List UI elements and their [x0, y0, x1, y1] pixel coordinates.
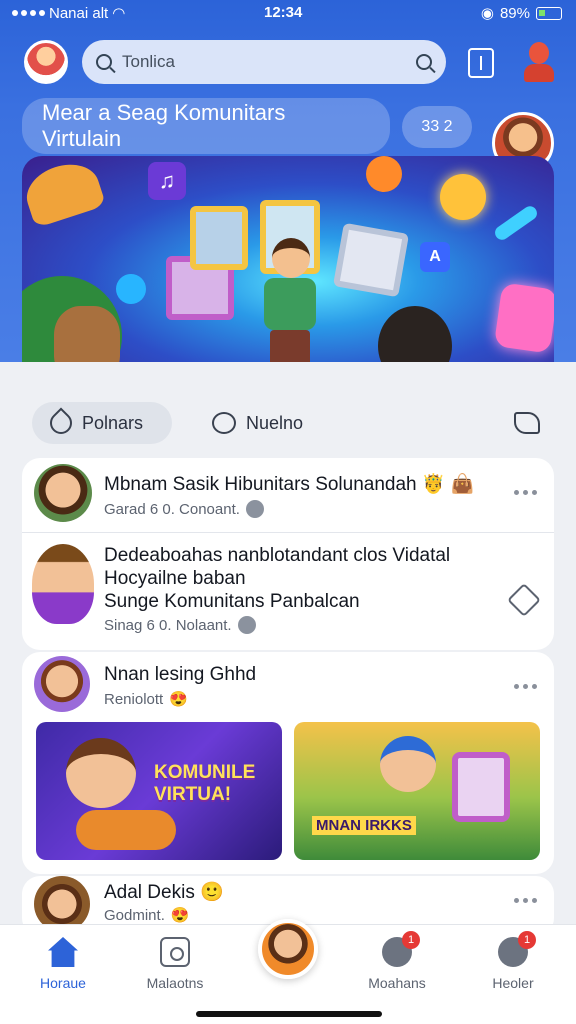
search-input[interactable]: Tonlica [122, 52, 408, 72]
tag-icon[interactable] [507, 583, 541, 617]
image-caption: MNAN IRKKS [312, 816, 416, 835]
wifi-icon: ◠ [112, 5, 126, 22]
status-right: ◉ 89% [481, 4, 562, 22]
status-bar: Nanai alt ◠ 12:34 ◉ 89% [0, 0, 576, 28]
tab-polnars[interactable]: Polnars [32, 402, 172, 444]
home-indicator [196, 1011, 382, 1017]
photo-frame [190, 206, 248, 270]
post-title[interactable]: Nnan lesing Ghhd [104, 664, 256, 686]
hero-title: Mear a Seag Komunitars Virtulain [22, 98, 390, 154]
post-title[interactable]: Adal Dekis 🙂 [104, 880, 224, 904]
battery-icon [536, 6, 562, 20]
notification-badge: 1 [518, 931, 536, 949]
nav-malaotns[interactable]: Malaotns [130, 937, 220, 991]
leaf-icon [45, 407, 77, 439]
hat-illustration [22, 156, 107, 229]
phone-icon: 1 [382, 931, 420, 967]
search-submit-icon[interactable] [416, 54, 432, 70]
post-card: Mbnam Sasik Hibunitars Solunandah 🤴 👜 Ga… [22, 458, 554, 650]
emoji-icon: 🤴 👜 [421, 474, 475, 495]
tab-label: Polnars [82, 412, 144, 433]
post-image[interactable]: KOMUNILE VIRTUA! [36, 722, 282, 860]
emoji-icon: 😍 [170, 907, 190, 924]
emoji-icon: 🙂 [200, 882, 224, 903]
post-meta: Godmint. 😍 [104, 906, 190, 925]
profile-avatar[interactable] [24, 40, 68, 84]
nav-heoler[interactable]: 1 Heoler [468, 931, 558, 991]
letter-a-icon: A [420, 242, 450, 272]
more-options-icon[interactable] [514, 684, 537, 689]
nav-home[interactable]: Horaue [18, 937, 108, 991]
search-icon [96, 54, 112, 70]
book-icon[interactable] [468, 48, 494, 78]
nav-moahans[interactable]: 1 Moahans [352, 931, 442, 991]
boy-character [258, 238, 322, 378]
arrow-icon [492, 203, 540, 243]
music-note-icon: ♫ [148, 162, 186, 200]
post-image[interactable]: MNAN IRKKS [294, 722, 540, 860]
post-avatar[interactable] [34, 464, 92, 522]
image-caption: KOMUNILE VIRTUA! [154, 762, 256, 805]
camera-icon [160, 937, 190, 967]
post-meta: Garad 6 0. Conoant. [104, 500, 264, 518]
girl-illustration [66, 738, 136, 808]
globe-icon [245, 500, 264, 518]
hero-banner[interactable]: ♫ A [22, 156, 554, 384]
sun-icon [440, 174, 486, 220]
filter-tabs: Polnars Nuelno [0, 382, 576, 462]
battery-label: 89% [499, 4, 530, 22]
post-meta: Reniolott 😍 [104, 690, 188, 709]
globe-icon [237, 616, 256, 634]
post-card: Nnan lesing Ghhd Reniolott 😍 KOMUNILE VIR… [22, 652, 554, 874]
search-bar[interactable]: Tonlica [82, 40, 446, 84]
post-avatar[interactable] [32, 544, 94, 624]
shield-icon: ◉ [480, 5, 494, 22]
center-avatar-button[interactable] [258, 919, 318, 979]
person-icon[interactable] [520, 42, 558, 84]
pink-avatar-card [493, 282, 554, 354]
nav-label: Malaotns [146, 975, 204, 991]
skype-icon [116, 274, 146, 304]
status-left: Nanai alt ◠ [12, 4, 125, 22]
tablet-illustration [452, 752, 510, 822]
chat-bubble-icon [366, 156, 402, 192]
post-title[interactable]: Dedeaboahas nanblotandant clos Vidatal H… [104, 544, 450, 613]
notification-badge: 1 [402, 931, 420, 949]
nav-label: Horaue [40, 975, 86, 991]
divider [22, 532, 554, 533]
chat-icon [212, 412, 236, 434]
clock: 12:34 [264, 4, 303, 21]
signal-icon [12, 10, 45, 16]
carrier-label: Nanai alt [49, 4, 109, 22]
emoji-icon: 😍 [169, 691, 188, 708]
nav-label: Heoler [492, 975, 534, 991]
bottom-nav: Horaue Malaotns 1 Moahans 1 Heoler [0, 919, 576, 1024]
tab-label: Nuelno [246, 412, 304, 433]
more-options-icon[interactable] [514, 490, 537, 495]
nav-label: Moahans [368, 975, 426, 991]
character-illustration [380, 736, 436, 792]
pin-icon[interactable] [514, 412, 540, 434]
hero-count-badge[interactable]: 33 2 [402, 106, 472, 148]
more-options-icon[interactable] [514, 898, 537, 903]
tab-nuelno[interactable]: Nuelno [212, 402, 303, 444]
post-title[interactable]: Mbnam Sasik Hibunitars Solunandah 🤴 👜 [104, 472, 475, 496]
post-avatar[interactable] [34, 656, 90, 712]
post-meta: Sinag 6 0. Nolaant. [104, 616, 256, 634]
guitar-illustration [76, 810, 176, 850]
user-icon: 1 [498, 931, 536, 967]
top-bar: Tonlica [0, 36, 576, 92]
photo-frame [332, 222, 410, 298]
home-icon [48, 937, 78, 967]
